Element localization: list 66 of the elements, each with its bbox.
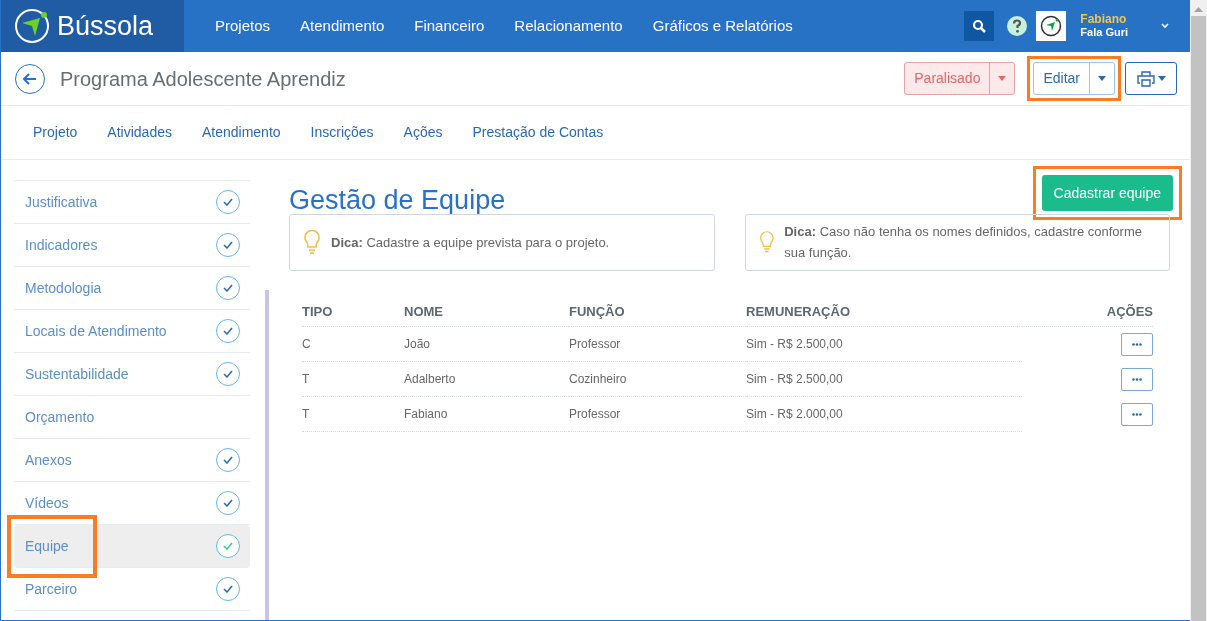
more-actions-button[interactable]: [1121, 367, 1153, 391]
table-cell: Sim - R$ 2.500,00: [746, 326, 1022, 362]
caret-icon: [1157, 76, 1166, 81]
tip-text: Dica: Caso não tenha os nomes definidos, cadastre conforme sua função.: [784, 223, 1143, 262]
search-icon: [972, 19, 987, 33]
printer-icon: [1136, 70, 1155, 87]
print-button[interactable]: [1125, 62, 1177, 95]
tip-text: Dica: Cadastre a equipe prevista para o projeto.: [331, 233, 610, 252]
sidebar-item[interactable]: Anexos: [14, 439, 250, 482]
tab[interactable]: Atividades: [92, 122, 187, 143]
tab[interactable]: Prestação de Contas: [457, 122, 619, 143]
help-icon[interactable]: [1006, 15, 1029, 37]
ellipsis-icon: [1132, 342, 1142, 346]
column-header: NOME: [404, 296, 569, 327]
lightbulb-icon: [758, 230, 775, 254]
table-cell: Adalberto: [404, 361, 569, 397]
table-cell: Sim - R$ 2.000,00: [746, 396, 1022, 432]
table-cell: Fabiano: [404, 396, 569, 432]
tab[interactable]: Projeto: [18, 122, 93, 143]
section-title: Gestão de Equipe: [289, 184, 506, 217]
sidebar-item[interactable]: Locais de Atendimento: [14, 310, 250, 353]
column-header: AÇÕES: [1022, 296, 1153, 327]
sidebar-item[interactable]: Parceiro: [14, 568, 250, 611]
column-header: TIPO: [302, 296, 404, 327]
page-title: Programa Adolescente Aprendiz: [60, 66, 346, 92]
tab[interactable]: Inscrições: [295, 122, 389, 143]
nav-link[interactable]: Projetos: [200, 14, 286, 38]
ellipsis-icon: [1132, 412, 1142, 416]
search-button[interactable]: [964, 11, 995, 41]
caret-icon: [1098, 76, 1106, 81]
table-cell: Professor: [569, 326, 746, 362]
avatar[interactable]: [1036, 11, 1067, 41]
more-actions-button[interactable]: [1121, 332, 1153, 356]
table-cell: Cozinheiro: [569, 361, 746, 397]
app-name: Bússola: [57, 9, 154, 43]
table-cell: T: [302, 361, 404, 397]
nav-link[interactable]: Relacionamento: [499, 14, 638, 38]
caret-icon: [998, 76, 1007, 81]
column-header: FUNÇÃO: [569, 296, 746, 327]
table-cell: T: [302, 396, 404, 432]
user-name: Fabiano: [1080, 13, 1128, 26]
table-cell: C: [302, 326, 404, 362]
sidebar-item[interactable]: Orçamento: [14, 396, 250, 439]
scrollbar-thumb[interactable]: [1191, 16, 1206, 621]
logo-icon: [13, 7, 51, 45]
arrow-left-icon: [23, 72, 37, 85]
table-cell: Professor: [569, 396, 746, 432]
sidebar-item[interactable]: Indicadores: [14, 224, 250, 267]
column-header: REMUNERAÇÃO: [746, 296, 1022, 327]
table-cell: João: [404, 326, 569, 362]
chevron-down-icon[interactable]: [1160, 22, 1170, 30]
sidebar-item[interactable]: Metodologia: [14, 267, 250, 310]
table-cell: Sim - R$ 2.500,00: [746, 361, 1022, 397]
nav-link[interactable]: Gráficos e Relatórios: [637, 14, 808, 38]
nav-link[interactable]: Financeiro: [399, 14, 500, 38]
sidebar-item[interactable]: Justificativa: [14, 181, 250, 224]
more-actions-button[interactable]: [1121, 402, 1153, 426]
organization-name: Fala Guri: [1080, 26, 1128, 39]
ellipsis-icon: [1132, 377, 1142, 381]
sidebar-item[interactable]: Sustentabilidade: [14, 353, 250, 396]
sidebar-item[interactable]: Equipe: [14, 525, 250, 568]
scrollbar-thumb[interactable]: [265, 290, 269, 620]
nav-link[interactable]: Atendimento: [285, 14, 400, 38]
tab[interactable]: Ações: [388, 122, 458, 143]
lightbulb-icon: [303, 230, 321, 254]
tab[interactable]: Atendimento: [186, 122, 296, 143]
